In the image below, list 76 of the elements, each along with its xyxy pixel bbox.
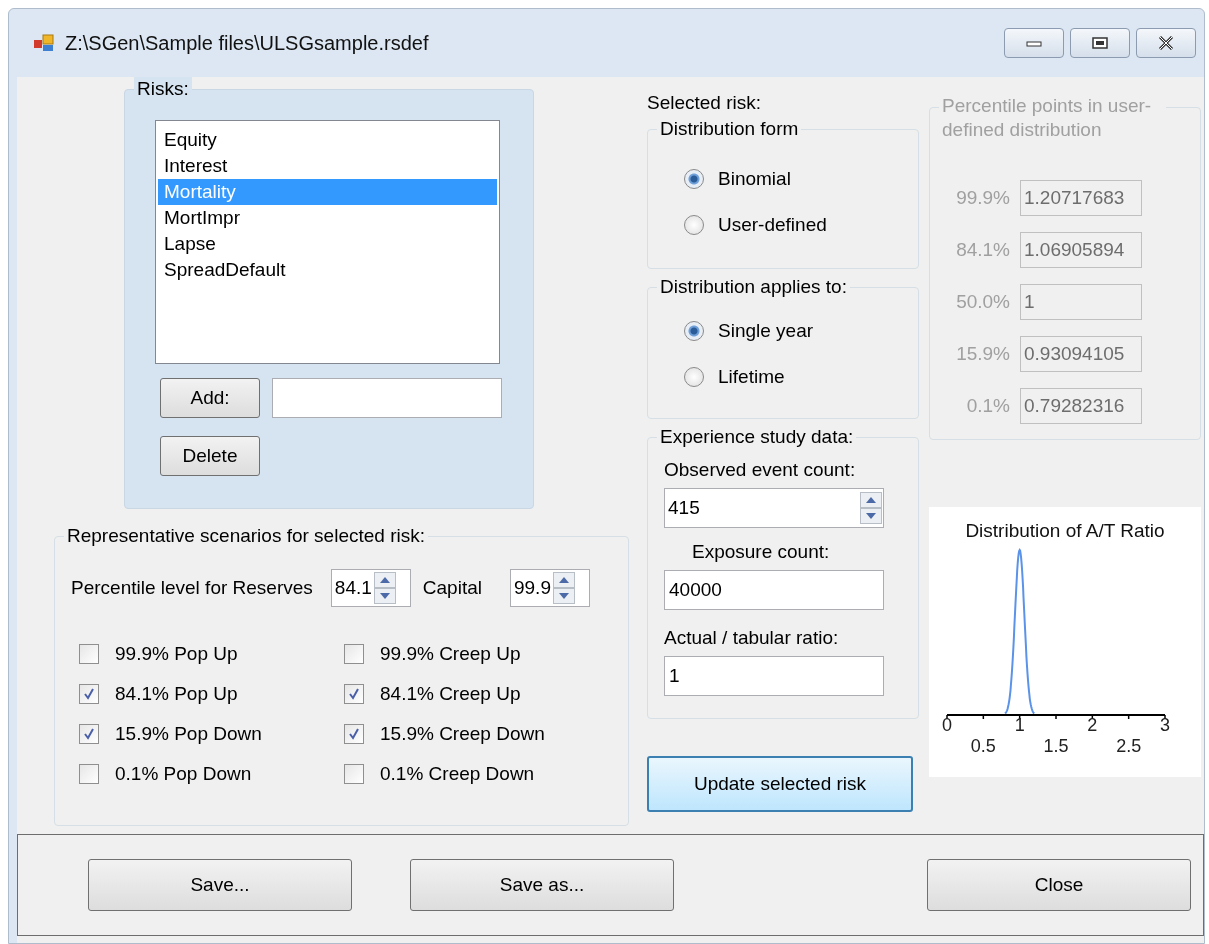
percentile-label: 0.1% (965, 395, 1011, 417)
radio-button[interactable] (684, 367, 704, 387)
spin-box[interactable]: 415 (664, 488, 884, 528)
input-field[interactable]: 1 (664, 656, 884, 696)
checkbox-label: 15.9% Pop Down (115, 723, 262, 745)
maximize-icon (1092, 37, 1108, 49)
app-icon (33, 33, 55, 53)
checkbox-label: 99.9% Pop Up (115, 643, 238, 665)
tick-label: 0 (942, 715, 952, 735)
delete-button[interactable]: Delete (160, 436, 260, 476)
checkbox-label: 99.9% Creep Up (380, 643, 521, 665)
checkmark-icon (83, 728, 95, 740)
checkbox[interactable] (79, 764, 99, 784)
percentile-label: 15.9% (955, 343, 1011, 365)
list-item[interactable]: Lapse (158, 231, 497, 257)
radio-label: Binomial (718, 168, 791, 190)
field-label: Percentile level for Reserves (71, 577, 313, 599)
percentile-label: 99.9% (955, 187, 1011, 209)
field-label: Observed event count: (664, 458, 857, 482)
spinner-icon[interactable] (552, 572, 575, 604)
list-item[interactable]: MortImpr (158, 205, 497, 231)
maximize-button[interactable] (1070, 28, 1130, 58)
checkbox[interactable] (344, 724, 364, 744)
section-label: Selected risk: (647, 91, 763, 115)
input-field[interactable] (272, 378, 502, 418)
percentile-label: 84.1% (955, 239, 1011, 261)
field-label: Capital (422, 577, 482, 599)
checkbox-label: 84.1% Creep Up (380, 683, 521, 705)
minimize-icon (1026, 38, 1042, 48)
add-button[interactable]: Add: (160, 378, 260, 418)
radio-button[interactable] (684, 321, 704, 341)
radio-button[interactable] (684, 169, 704, 189)
tick-label: 0.5 (970, 736, 996, 756)
spinner-icon[interactable] (860, 492, 882, 524)
tick-label: 3 (1160, 715, 1170, 735)
checkmark-icon (83, 688, 95, 700)
radio-label: Lifetime (718, 366, 785, 388)
radio-label: User-defined (718, 214, 827, 236)
tick-label: 1 (1014, 715, 1025, 735)
dialog-button[interactable]: Save as... (410, 859, 674, 911)
dialog-button[interactable]: Close (927, 859, 1191, 911)
dialog-button[interactable]: Save... (88, 859, 352, 911)
tick-label: 2.5 (1116, 736, 1142, 756)
checkbox-label: 15.9% Creep Down (380, 723, 545, 745)
checkbox[interactable] (79, 724, 99, 744)
checkbox[interactable] (79, 644, 99, 664)
tick-label: 1.5 (1043, 736, 1069, 756)
field-label: Exposure count: (692, 540, 831, 564)
field-label: Actual / tabular ratio: (664, 626, 840, 650)
checkbox-label: 84.1% Pop Up (115, 683, 238, 705)
spinner-icon[interactable] (373, 572, 396, 604)
input-field[interactable]: 40000 (664, 570, 884, 610)
radio-button[interactable] (684, 215, 704, 235)
checkbox[interactable] (79, 684, 99, 704)
close-icon (1157, 36, 1175, 50)
list-item[interactable]: Interest (158, 153, 497, 179)
spin-box[interactable]: 84.1 (330, 569, 411, 607)
percentile-label: 50.0% (955, 291, 1011, 313)
risk-list[interactable]: Equity Interest Mortality MortImpr Lapse SpreadDefault (155, 120, 500, 364)
list-item[interactable]: Equity (158, 127, 497, 153)
window-title: Z:\SGen\Sample files\ULSGsample.rsdef (65, 31, 429, 55)
close-button[interactable] (1136, 28, 1196, 58)
checkbox[interactable] (344, 684, 364, 704)
spin-box[interactable]: 99.9 (510, 569, 590, 607)
tick-label: 2 (1087, 715, 1098, 735)
checkbox[interactable] (344, 644, 364, 664)
checkmark-icon (348, 728, 360, 740)
chart-title: Distribution of A/T Ratio (965, 520, 1165, 541)
radio-label: Single year (718, 320, 814, 342)
checkbox-label: 0.1% Creep Down (380, 763, 535, 785)
minimize-button[interactable] (1004, 28, 1064, 58)
list-item[interactable]: SpreadDefault (158, 257, 497, 283)
update-button[interactable]: Update selected risk (647, 756, 913, 812)
checkbox-label: 0.1% Pop Down (115, 763, 252, 785)
checkmark-icon (348, 688, 360, 700)
checkbox[interactable] (344, 764, 364, 784)
